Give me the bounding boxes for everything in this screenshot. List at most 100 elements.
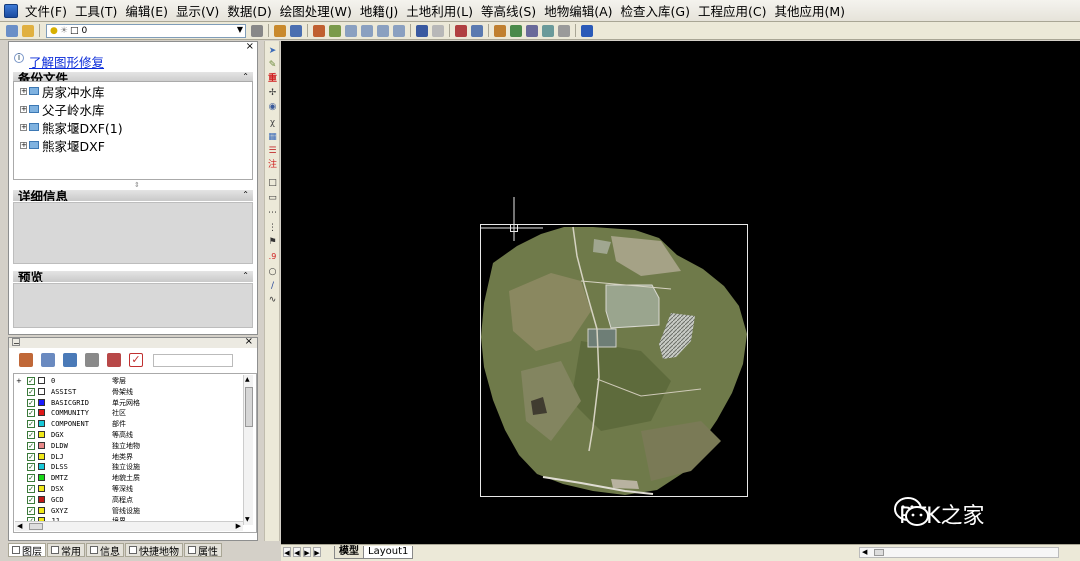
preview-header[interactable]: 预览 ⌃ — [13, 271, 253, 282]
make-current-icon[interactable] — [251, 24, 263, 37]
trim-icon[interactable] — [542, 24, 554, 37]
layer-color-swatch[interactable] — [38, 452, 45, 460]
layer-visible-checkbox[interactable]: ✓ — [27, 387, 35, 396]
layer-row[interactable]: ✓ DGX 等高线 — [14, 430, 244, 440]
layer-list-scrollbar[interactable]: ▲ ▼ — [243, 375, 253, 525]
splitter-grip[interactable]: ⇕ — [134, 181, 140, 189]
fork-icon[interactable]: χ — [267, 118, 278, 128]
layer-visible-checkbox[interactable]: ✓ — [27, 485, 35, 493]
help-icon[interactable] — [581, 24, 593, 37]
line-icon[interactable]: ∕ — [267, 281, 278, 291]
drawing-canvas[interactable]: RTK之家 — [281, 41, 1080, 544]
open-icon[interactable] — [274, 24, 286, 37]
tab-model[interactable]: 模型 — [334, 546, 364, 559]
tree-item[interactable]: + 熊家堰DXF(1) — [20, 119, 123, 136]
scroll-up-icon[interactable]: ▲ — [245, 376, 250, 384]
pencil-icon[interactable] — [313, 24, 325, 37]
layer-state-icon[interactable] — [22, 24, 34, 37]
redo-icon[interactable] — [432, 24, 444, 37]
draw-icon[interactable] — [494, 24, 506, 37]
curve-icon[interactable]: ∿ — [267, 295, 278, 305]
tab-quick-features[interactable]: 快捷地物 — [125, 543, 183, 558]
scrollbar-thumb[interactable] — [245, 387, 253, 427]
layer-color-swatch[interactable] — [38, 495, 45, 503]
ruler-icon[interactable]: ☰ — [267, 146, 278, 156]
layer-visible-checkbox[interactable]: ✓ — [27, 474, 35, 483]
close-icon[interactable]: × — [246, 41, 254, 52]
layer-row[interactable]: ✓ DSX 等深线 — [14, 484, 244, 494]
rectangle-icon[interactable]: ▭ — [267, 193, 278, 203]
measure-icon[interactable] — [526, 24, 538, 37]
minimize-icon[interactable]: − — [12, 338, 20, 348]
new-layer-icon[interactable] — [19, 353, 33, 367]
layer-visible-checkbox[interactable]: ✓ — [27, 463, 35, 472]
menu-landuse[interactable]: 土地利用(L) — [403, 1, 478, 20]
tree-item[interactable]: + 熊家堰DXF — [20, 137, 105, 154]
properties-icon[interactable] — [455, 24, 467, 37]
hscroll-thumb[interactable] — [874, 549, 884, 556]
layer-row[interactable]: ✓ ASSIST 骨架线 — [14, 387, 244, 397]
layer-color-swatch[interactable] — [38, 474, 45, 482]
menu-other[interactable]: 其他应用(M) — [771, 1, 850, 20]
tree-item[interactable]: + 房家冲水库 — [20, 83, 105, 100]
menu-engineering[interactable]: 工程应用(C) — [695, 1, 771, 20]
plus-icon[interactable]: + — [20, 141, 27, 149]
scroll-down-icon[interactable]: ▼ — [245, 516, 250, 524]
attribute-icon[interactable]: ▦ — [267, 132, 278, 142]
tab-common[interactable]: 常用 — [47, 543, 85, 558]
zoom-icon[interactable] — [345, 24, 357, 37]
layer-row[interactable]: ✓ BASICGRID 单元网格 — [14, 398, 244, 408]
layer-row[interactable]: ✓ GXYZ 管线设施 — [14, 506, 244, 516]
pan-icon[interactable] — [329, 24, 341, 37]
layer-visible-checkbox[interactable]: ✓ — [27, 420, 35, 429]
layer-filter-icon[interactable] — [41, 353, 55, 367]
layer-list-hscrollbar[interactable]: ◀ ▶ — [15, 521, 243, 531]
scroll-left-icon[interactable]: ◀ — [17, 522, 22, 531]
zoom-extents-icon[interactable] — [393, 24, 405, 37]
move-icon[interactable] — [510, 24, 522, 37]
menu-check[interactable]: 检查入库(G) — [618, 1, 695, 20]
next-tab-icon[interactable]: ▶ — [303, 547, 311, 557]
collapse-icon[interactable]: ⌃ — [242, 271, 249, 281]
node-icon[interactable]: ✢ — [267, 88, 278, 98]
design-center-icon[interactable] — [471, 24, 483, 37]
layer-visible-checkbox[interactable]: ✓ — [27, 452, 35, 461]
menu-edit[interactable]: 编辑(E) — [122, 1, 173, 20]
layer-manager-icon[interactable] — [6, 24, 18, 37]
menu-file[interactable]: 文件(F) — [22, 1, 72, 20]
repair-link[interactable]: 了解图形修复 — [29, 52, 104, 71]
layer-color-swatch[interactable] — [38, 409, 45, 417]
layer-props-icon[interactable] — [63, 353, 77, 367]
app-icon[interactable] — [4, 3, 18, 18]
close-icon[interactable]: × — [245, 336, 253, 347]
layer-visible-checkbox[interactable]: ✓ — [27, 377, 35, 385]
delete-layer-icon[interactable] — [107, 353, 121, 367]
layer-row[interactable]: ✓ COMMUNITY 社区 — [14, 408, 244, 418]
flag-icon[interactable]: ⚑ — [267, 237, 278, 247]
camera-icon[interactable]: ◉ — [267, 102, 278, 112]
layer-color-swatch[interactable] — [38, 398, 45, 406]
layer-visible-checkbox[interactable]: ✓ — [27, 506, 35, 515]
menu-cadastre[interactable]: 地籍(J) — [357, 1, 403, 20]
layer-row[interactable]: ✓ GCD 高程点 — [14, 495, 244, 505]
details-header[interactable]: 详细信息 ⌃ — [13, 190, 253, 201]
layer-row[interactable]: + ✓ 0 零层 — [14, 376, 244, 386]
layer-color-swatch[interactable] — [38, 431, 45, 438]
layer-row[interactable]: ✓ DMTZ 地貌土质 — [14, 473, 244, 483]
layer-visible-checkbox[interactable]: ✓ — [27, 495, 35, 504]
redraw-icon[interactable]: 重 — [267, 74, 278, 84]
collapse-icon[interactable]: ⌃ — [242, 190, 249, 200]
menu-view[interactable]: 显示(V) — [173, 1, 224, 20]
plus-icon[interactable]: + — [20, 87, 27, 95]
layer-search-input[interactable] — [153, 353, 233, 367]
first-tab-icon[interactable]: ◀ — [283, 547, 291, 557]
layer-row[interactable]: ✓ DLDW 独立地物 — [14, 441, 244, 451]
save-icon[interactable] — [290, 24, 302, 37]
menu-contour[interactable]: 等高线(S) — [478, 1, 541, 20]
copy-layer-icon[interactable] — [85, 353, 99, 367]
scale-icon[interactable]: ⋮ — [267, 223, 278, 233]
zoom-previous-icon[interactable] — [377, 24, 389, 37]
circle-icon[interactable]: ○ — [267, 267, 278, 277]
layer-color-swatch[interactable] — [38, 485, 45, 492]
checkbox-icon[interactable]: ✓ — [129, 353, 143, 367]
